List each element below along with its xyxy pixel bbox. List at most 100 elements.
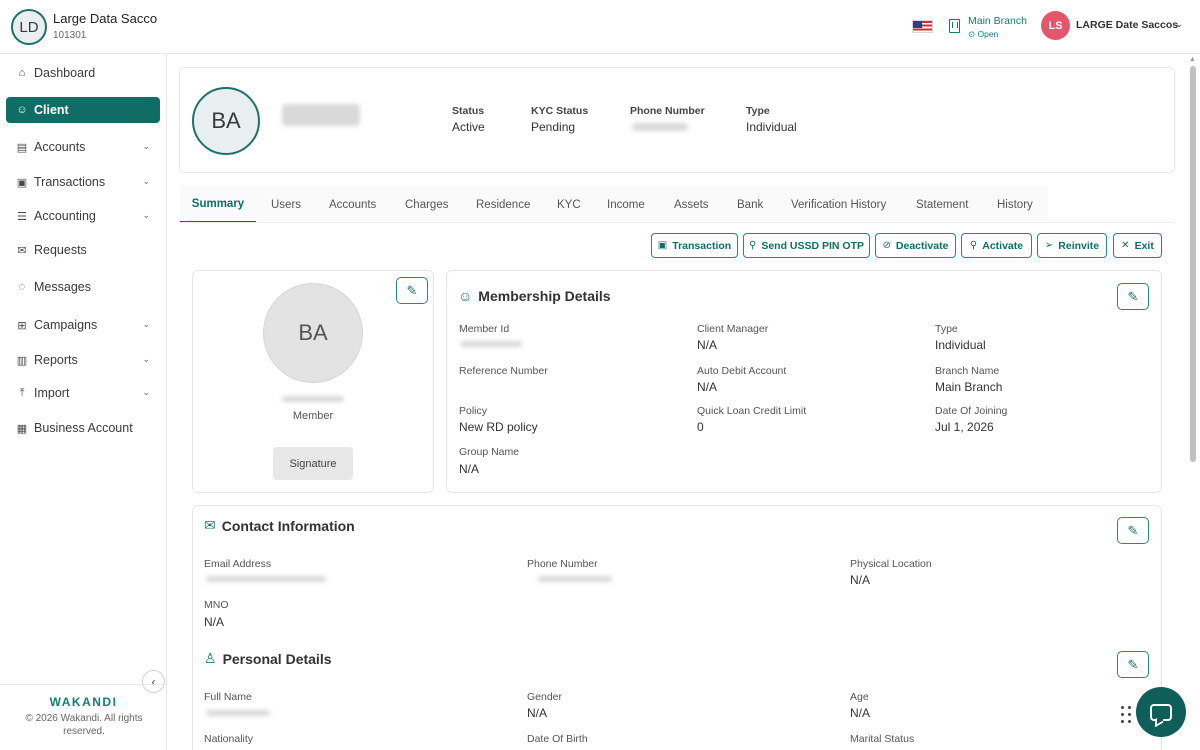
tab-verification-history[interactable]: Verification History — [791, 186, 886, 223]
tab-income[interactable]: Income — [607, 186, 645, 223]
transaction-button-label: Transaction — [672, 239, 732, 252]
auto-debit-account-value: N/A — [697, 380, 718, 394]
ban-icon: ⊘ — [882, 240, 891, 251]
mno-label: MNO — [204, 599, 229, 611]
chat-support-button[interactable] — [1136, 687, 1186, 737]
sidebar-item-client[interactable]: ☺ Client — [6, 97, 160, 123]
contact-personal-card — [192, 505, 1162, 750]
sidebar-item-label: Campaigns — [34, 318, 98, 332]
edit-contact-button[interactable]: ✎ — [1117, 517, 1149, 544]
cash-icon: ▣ — [16, 176, 28, 189]
ledger-icon: ☰ — [17, 210, 27, 223]
user-avatar[interactable]: LS — [1041, 11, 1070, 40]
policy-value: New RD policy — [459, 420, 538, 434]
sidebar-item-accounts[interactable]: ▤ Accounts ⌄ — [6, 134, 160, 160]
sidebar-item-business-account[interactable]: ▦ Business Account — [6, 415, 160, 441]
transaction-button[interactable]: ▣ Transaction — [651, 233, 738, 258]
age-value: N/A — [850, 706, 871, 720]
sidebar-item-label: Business Account — [34, 421, 133, 435]
signature-button[interactable]: Signature — [273, 447, 353, 480]
wallet-icon: ▤ — [16, 141, 28, 154]
sidebar-item-label: Dashboard — [34, 66, 96, 80]
send-ussd-pin-otp-button[interactable]: ⚲ Send USSD PIN OTP — [743, 233, 870, 258]
sidebar-item-import[interactable]: ⤒ Import ⌄ — [6, 380, 160, 406]
sidebar-item-dashboard[interactable]: ⌂ Dashboard — [6, 60, 160, 86]
tab-bank[interactable]: Bank — [737, 186, 763, 223]
nationality-label: Nationality — [204, 733, 254, 745]
close-icon: ✕ — [1121, 240, 1130, 251]
chevron-left-icon: ‹ — [151, 674, 156, 689]
sidebar-item-campaigns[interactable]: ⊞ Campaigns ⌄ — [6, 312, 160, 338]
sidebar-item-messages[interactable]: ◌ Messages — [6, 274, 160, 300]
tab-accounts[interactable]: Accounts — [329, 186, 376, 223]
sidebar-item-label: Messages — [34, 280, 91, 294]
status-value: Active — [452, 120, 485, 134]
sidebar-item-label: Import — [34, 386, 70, 400]
full-name-label: Full Name — [204, 691, 252, 703]
tab-kyc[interactable]: KYC — [557, 186, 581, 223]
scrollbar-thumb[interactable] — [1190, 66, 1196, 462]
drag-handle-icon[interactable] — [1121, 706, 1132, 723]
top-bar: LD Large Data Sacco 101301 Main Branch ⊙… — [0, 0, 1200, 54]
key-icon: ⚲ — [748, 240, 757, 251]
chevron-down-icon[interactable]: ⌄ — [1175, 19, 1183, 30]
status-label: Status — [452, 105, 485, 117]
mail-icon: ✉ — [17, 244, 27, 257]
sidebar-item-reports[interactable]: ▥ Reports ⌄ — [6, 347, 160, 373]
copyright: © 2026 Wakandi. All rights reserved. — [25, 713, 143, 737]
org-code: 101301 — [53, 30, 87, 41]
bar-chart-icon: ▥ — [16, 354, 28, 367]
divider — [0, 684, 167, 685]
briefcase-icon: ▦ — [16, 422, 28, 435]
sidebar-item-label: Accounts — [34, 140, 86, 154]
chevron-down-icon: ⌄ — [142, 210, 150, 220]
send-ussd-pin-otp-label: Send USSD PIN OTP — [761, 239, 864, 252]
user-menu[interactable]: LARGE Date Saccos — [1076, 19, 1178, 31]
tab-charges[interactable]: Charges — [405, 186, 448, 223]
collapse-sidebar-button[interactable]: ‹ — [142, 670, 165, 693]
org-avatar[interactable]: LD — [11, 9, 47, 45]
email-address-redacted — [206, 576, 326, 582]
sidebar-item-label: Accounting — [34, 209, 96, 223]
branch-status-text: Open — [977, 29, 999, 39]
tab-bar: Summary Users Accounts Charges Residence… — [180, 186, 1048, 223]
section-title-text: Personal Details — [222, 650, 332, 667]
activate-label: Activate — [982, 239, 1024, 252]
exit-button[interactable]: ✕ Exit — [1113, 233, 1162, 258]
date-of-birth-label: Date Of Birth — [527, 733, 588, 745]
edit-membership-button[interactable]: ✎ — [1117, 283, 1149, 310]
tab-users[interactable]: Users — [271, 186, 301, 223]
reinvite-button[interactable]: ➢ Reinvite — [1037, 233, 1107, 258]
branch-name-label: Branch Name — [935, 365, 1000, 377]
scroll-up-arrow-icon[interactable]: ▲ — [1189, 56, 1196, 63]
reinvite-label: Reinvite — [1058, 239, 1100, 252]
sidebar-item-requests[interactable]: ✉ Requests — [6, 237, 160, 263]
chevron-down-icon: ⌄ — [142, 319, 150, 329]
pencil-icon: ✎ — [1127, 656, 1139, 672]
branch-status: ⊙ Open — [968, 29, 999, 39]
personal-details-title: ♙ Personal Details — [204, 650, 332, 667]
tab-residence[interactable]: Residence — [476, 186, 530, 223]
tab-statement[interactable]: Statement — [916, 186, 968, 223]
pencil-icon: ✎ — [1127, 288, 1139, 304]
branch-name-value: Main Branch — [935, 380, 1003, 394]
sidebar-item-transactions[interactable]: ▣ Transactions ⌄ — [6, 169, 160, 195]
deactivate-button[interactable]: ⊘ Deactivate — [875, 233, 956, 258]
gender-value: N/A — [527, 706, 548, 720]
activate-button[interactable]: ⚲ Activate — [961, 233, 1032, 258]
us-flag-icon[interactable] — [912, 20, 933, 33]
edit-profile-button[interactable]: ✎ — [396, 277, 428, 304]
edit-personal-button[interactable]: ✎ — [1117, 651, 1149, 678]
branch-selector[interactable]: Main Branch — [968, 15, 1027, 27]
cash-icon: ▣ — [657, 240, 668, 251]
tab-history[interactable]: History — [997, 186, 1033, 223]
sidebar: ⌂ Dashboard ☺ Client ▤ Accounts ⌄ ▣ Transacti… — [0, 54, 167, 750]
tab-summary[interactable]: Summary — [180, 186, 256, 223]
chevron-down-icon: ⌄ — [142, 176, 150, 186]
contact-information-title: ✉ Contact Information — [204, 517, 355, 534]
sidebar-item-accounting[interactable]: ☰ Accounting ⌄ — [6, 203, 160, 229]
home-icon: ⌂ — [18, 67, 26, 79]
upload-icon: ⤒ — [19, 386, 25, 399]
group-name-value: N/A — [459, 462, 480, 476]
tab-assets[interactable]: Assets — [674, 186, 709, 223]
